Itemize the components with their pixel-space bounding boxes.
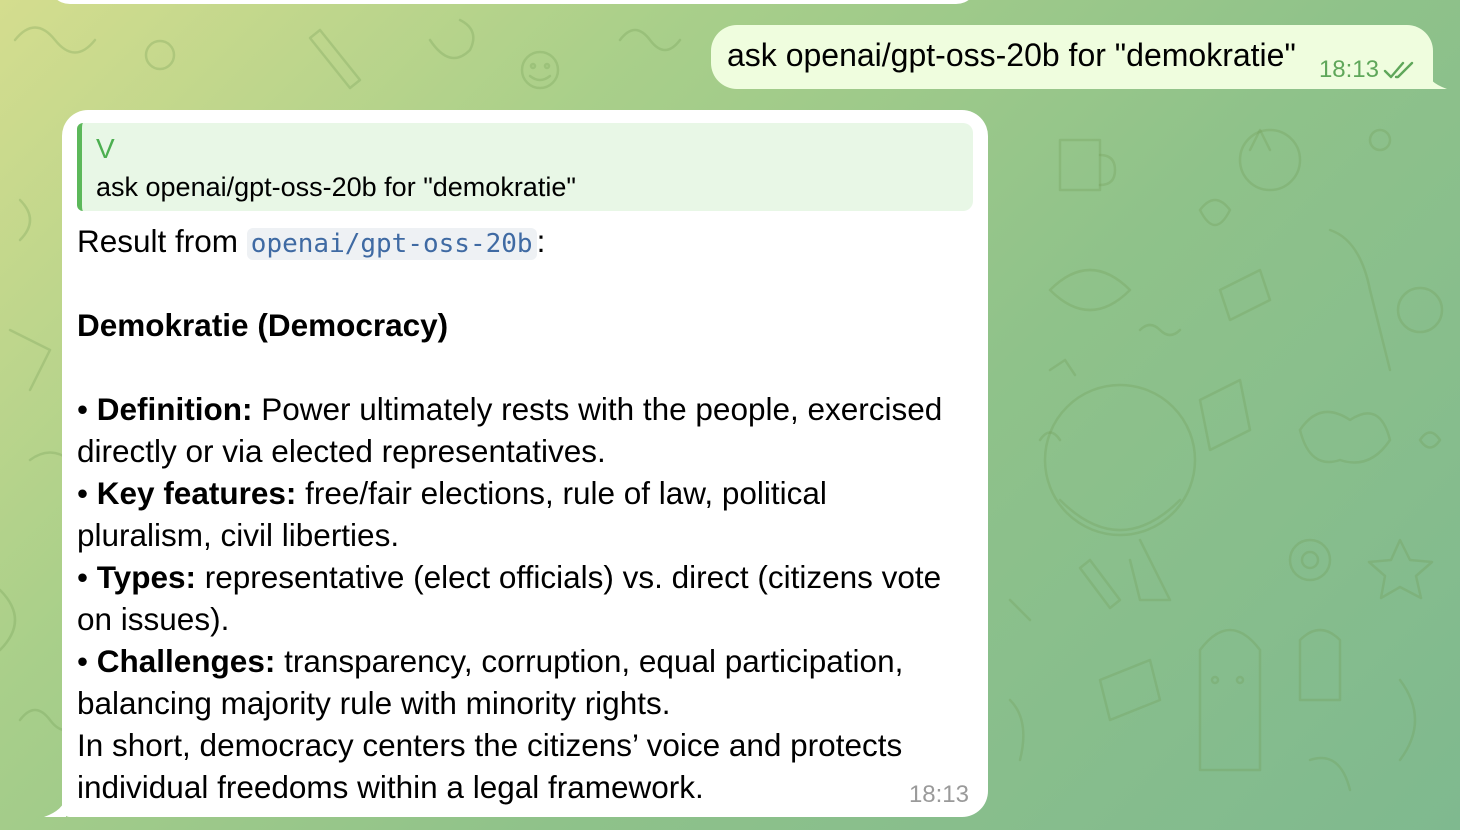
definition-text-cont: directly or via elected representatives. [77, 433, 606, 469]
reply-quote-text: ask openai/gpt-oss-20b for "demokratie" [96, 172, 576, 202]
previous-message-bubble [48, 0, 978, 4]
challenges-text-cont: balancing majority rule with minority ri… [77, 685, 671, 721]
definition-label: Definition: [96, 391, 253, 427]
summary-line-2: individual freedoms within a legal frame… [77, 769, 704, 805]
model-code[interactable]: openai/gpt-oss-20b [246, 228, 537, 260]
bullet-challenges: • Challenges: transparency, corruption, … [77, 640, 967, 682]
types-text: representative (elect officials) vs. dir… [195, 559, 942, 595]
bullet-marker: • [77, 559, 97, 595]
bullet-types: • Types: representative (elect officials… [77, 556, 967, 598]
bullet-key-features: • Key features: free/fair elections, rul… [77, 472, 967, 514]
key-features-label: Key features: [96, 475, 297, 511]
double-check-icon [1383, 61, 1414, 79]
incoming-bubble-tail [44, 796, 66, 817]
outgoing-message-bubble[interactable]: ask openai/gpt-oss-20b for "demokratie" … [711, 25, 1433, 89]
challenges-label: Challenges: [96, 643, 276, 679]
result-prefix: Result from [77, 223, 247, 259]
types-label: Types: [96, 559, 196, 595]
incoming-message-time: 18:13 [908, 781, 969, 808]
result-suffix: : [536, 223, 546, 259]
message-heading: Demokratie (Democracy) [77, 307, 449, 343]
outgoing-message-text: ask openai/gpt-oss-20b for "demokratie" [727, 37, 1296, 73]
outgoing-bubble-tail [1425, 68, 1447, 89]
key-features-text: free/fair elections, rule of law, politi… [296, 475, 827, 511]
message-body: Result from openai/gpt-oss-20b: Demokrat… [77, 220, 967, 808]
definition-text: Power ultimately rests with the people, … [252, 391, 943, 427]
key-features-text-cont: pluralism, civil liberties. [77, 517, 400, 553]
bullet-marker: • [77, 391, 97, 427]
bullet-marker: • [77, 643, 97, 679]
incoming-message-bubble[interactable]: V ask openai/gpt-oss-20b for "demokratie… [62, 110, 988, 817]
types-text-cont: on issues). [77, 601, 230, 637]
bullet-definition: • Definition: Power ultimately rests wit… [77, 388, 967, 430]
result-line: Result from openai/gpt-oss-20b: [77, 220, 967, 262]
outgoing-message-time: 18:13 [1318, 56, 1379, 83]
outgoing-message-meta: 18:13 [1319, 56, 1419, 84]
bullet-marker: • [77, 475, 97, 511]
reply-quote[interactable]: V ask openai/gpt-oss-20b for "demokratie… [77, 123, 973, 211]
challenges-text: transparency, corruption, equal particip… [275, 643, 904, 679]
reply-author: V [96, 133, 115, 164]
summary-line-1: In short, democracy centers the citizens… [77, 727, 903, 763]
